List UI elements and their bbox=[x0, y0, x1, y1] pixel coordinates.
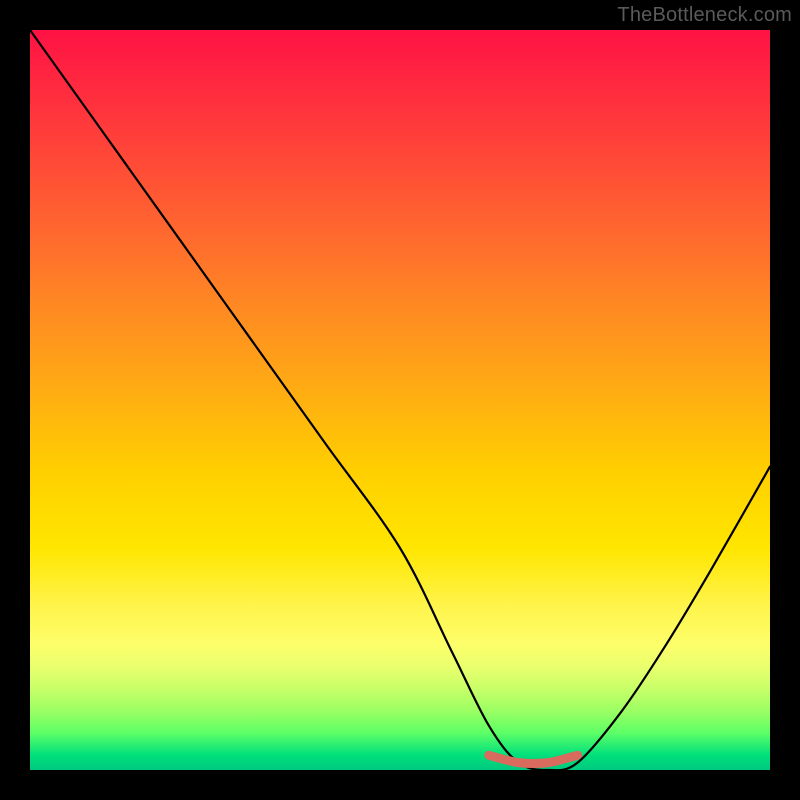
attribution-text: TheBottleneck.com bbox=[617, 4, 792, 27]
chart-svg bbox=[30, 30, 770, 770]
optimal-range-highlight bbox=[489, 755, 578, 763]
chart-frame: TheBottleneck.com bbox=[0, 0, 800, 800]
bottleneck-curve bbox=[30, 30, 770, 770]
plot-area bbox=[30, 30, 770, 770]
